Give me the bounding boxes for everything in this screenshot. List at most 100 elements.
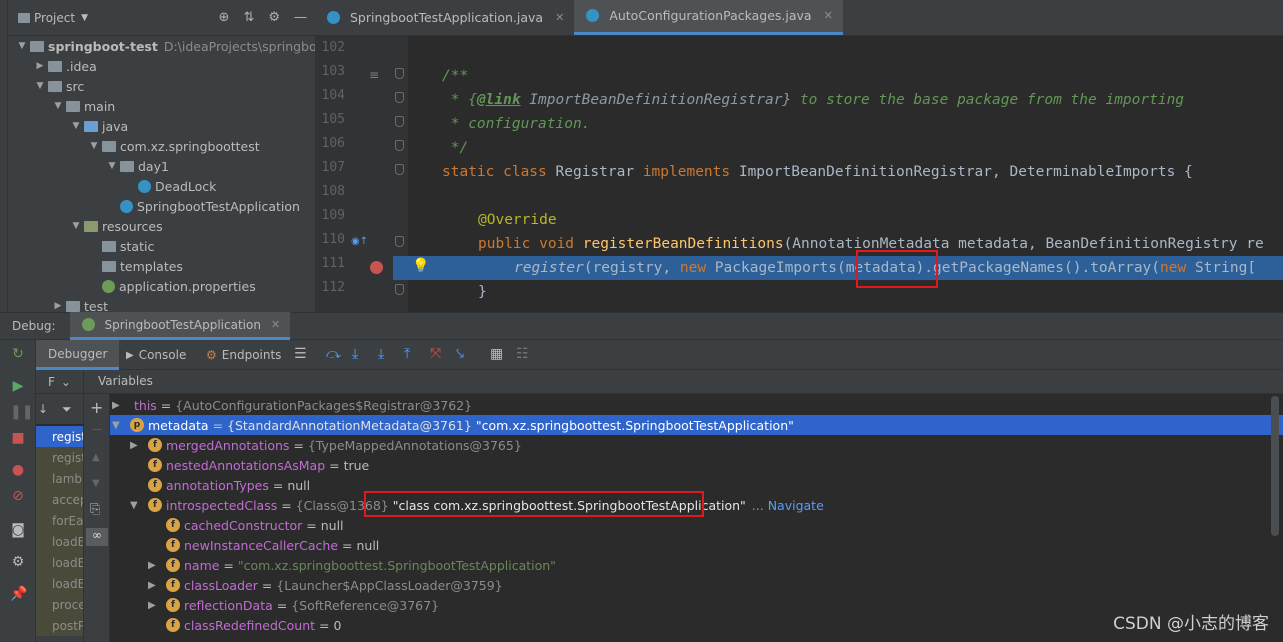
locate-icon[interactable]: ⊕ [219,10,230,25]
tree-item[interactable]: ▼ java [8,116,129,136]
tree-item[interactable]: ▼ main [8,96,116,116]
implements-icon[interactable]: ◉↑ [351,236,368,247]
variable-row[interactable]: f classRedefinedCount = 0 [110,615,1283,635]
view-breakpoints-icon[interactable]: ● [10,462,26,478]
close-icon[interactable]: ✕ [271,318,280,331]
step-over-icon[interactable]: ⤓ [352,346,358,362]
move-up-icon[interactable]: ▲ [92,452,100,463]
chevron-right-icon[interactable]: ▶ [148,600,166,611]
tab-auto-configuration-packages[interactable]: AutoConfigurationPackages.java ✕ [574,0,843,35]
fold-icon[interactable] [395,236,404,247]
variable-row[interactable]: ▶ f classLoader = {Launcher$AppClassLoader… [110,575,1283,595]
variable-row[interactable]: ▶ f name = "com.xz.springboottest.Springbo… [110,555,1283,575]
tab-console[interactable]: ▶ Console [126,340,186,370]
variable-row[interactable]: f nestedAnnotationsAsMap = true [110,455,1283,475]
frame-item[interactable]: accep [36,489,83,510]
menu-icon[interactable]: ☰ [294,346,307,362]
frame-item[interactable]: regist [36,426,83,447]
fold-icon[interactable] [395,284,404,295]
tree-item[interactable]: ▼ src [8,76,85,96]
gear-icon[interactable]: ⚙ [268,10,280,25]
chevron-right-icon[interactable]: ▶ [148,560,166,571]
close-icon[interactable]: ✕ [824,9,833,22]
fold-icon[interactable] [395,116,404,127]
tree-item[interactable]: application.properties [8,276,256,296]
frame-item[interactable]: forEa [36,510,83,531]
stop-icon[interactable]: ■ [10,430,26,446]
variable-row[interactable]: ▶ this = {AutoConfigurationPackages$Regis… [110,395,1283,415]
collapse-icon[interactable]: ⇅ [243,10,254,25]
tree-item[interactable]: ▼ com.xz.springboottest [8,136,260,156]
frame-item[interactable]: lamb [36,468,83,489]
navigate-link[interactable]: ... Navigate [752,498,824,513]
move-down-icon[interactable]: ▼ [92,478,100,489]
chevron-right-icon[interactable]: ▶ [52,301,64,311]
show-execution-point-icon[interactable]: ⤼ [326,346,341,362]
mute-breakpoints-icon[interactable]: ⊘ [10,488,26,504]
camera-icon[interactable]: ◙ [10,522,26,538]
debug-session-tab[interactable]: SpringbootTestApplication ✕ [69,312,291,340]
settings-icon[interactable]: ⚙ [10,554,26,570]
arrow-down-icon[interactable]: ↓ [38,402,48,416]
run-to-cursor-icon[interactable]: ⤥ [456,346,464,362]
fold-icon[interactable] [395,92,404,103]
variable-row[interactable]: ▼ p metadata = {StandardAnnotationMetadata… [110,415,1283,435]
frames-thread-selector[interactable]: F ⌄ [36,370,84,394]
tree-item[interactable]: ▼ springboot-test D:\ideaProjects\springbo… [8,36,315,56]
chevron-down-icon[interactable]: ▼ [88,141,100,151]
chevron-down-icon[interactable]: ▼ [70,221,82,231]
project-title[interactable]: Project [34,11,75,25]
close-icon[interactable]: ✕ [555,11,564,24]
evaluate-icon[interactable]: ▦ [490,346,503,362]
chevron-down-icon[interactable]: ▼ [16,41,28,51]
variable-row[interactable]: ▶ f mergedAnnotations = {TypeMappedAnnotat… [110,435,1283,455]
filter-icon[interactable]: ⏷ [62,402,72,417]
chevron-down-icon[interactable]: ▼ [81,13,88,23]
chevron-right-icon[interactable]: ▶ [148,580,166,591]
glasses-icon[interactable]: ∞ [86,528,108,546]
step-out-icon[interactable]: ⤒ [404,346,410,362]
chevron-down-icon[interactable]: ▼ [70,121,82,131]
frame-item[interactable]: loadE [36,531,83,552]
breakpoint-icon[interactable] [370,261,383,274]
add-watch-icon[interactable]: + [90,398,103,417]
pause-icon[interactable]: ❚❚ [10,404,33,420]
code-editor[interactable]: 💡 /** * {@link ImportBeanDefinitionRegis… [408,36,1283,312]
chevron-down-icon[interactable]: ▼ [52,101,64,111]
variable-row[interactable]: ▶ f reflectionData = {SoftReference@3767} [110,595,1283,615]
doc-icon[interactable]: ≡ [369,68,379,82]
trace-icon[interactable]: ☷ [516,346,529,362]
tree-item[interactable]: static [8,236,154,256]
chevron-right-icon[interactable]: ▶ [130,440,148,451]
tree-item[interactable]: DeadLock [8,176,216,196]
tab-endpoints[interactable]: ⚙ Endpoints [206,340,281,370]
chevron-right-icon[interactable]: ▶ [112,400,130,411]
hide-icon[interactable]: — [294,10,307,25]
pin-icon[interactable]: 📌 [10,586,27,602]
variable-row[interactable]: f cachedConstructor = null [110,515,1283,535]
variable-row[interactable]: f newInstanceCallerCache = null [110,535,1283,555]
drop-frame-icon[interactable]: ⤧ [430,346,441,362]
lightbulb-icon[interactable]: 💡 [412,258,429,274]
remove-watch-icon[interactable]: — [92,424,102,435]
resume-icon[interactable]: ▶ [10,378,26,394]
frame-item[interactable]: loadE [36,552,83,573]
frame-item[interactable]: proce [36,594,83,615]
chevron-down-icon[interactable]: ▼ [112,420,130,431]
frame-item[interactable]: regist [36,447,83,468]
tree-item[interactable]: SpringbootTestApplication [8,196,300,216]
chevron-down-icon[interactable]: ▼ [34,81,46,91]
tree-item[interactable]: templates [8,256,183,276]
tab-springboot-test-application[interactable]: SpringbootTestApplication.java ✕ [315,0,574,35]
variables-scrollbar[interactable] [1271,396,1279,536]
tree-item[interactable]: ▶ .idea [8,56,97,76]
fold-icon[interactable] [395,68,404,79]
tree-item[interactable]: ▼ day1 [8,156,169,176]
step-into-icon[interactable]: ⤓ [378,346,384,362]
chevron-down-icon[interactable]: ▼ [106,161,118,171]
fold-icon[interactable] [395,140,404,151]
frame-item[interactable]: loadE [36,573,83,594]
frame-item[interactable]: postP [36,615,83,636]
fold-icon[interactable] [395,164,404,175]
chevron-right-icon[interactable]: ▶ [34,61,46,71]
